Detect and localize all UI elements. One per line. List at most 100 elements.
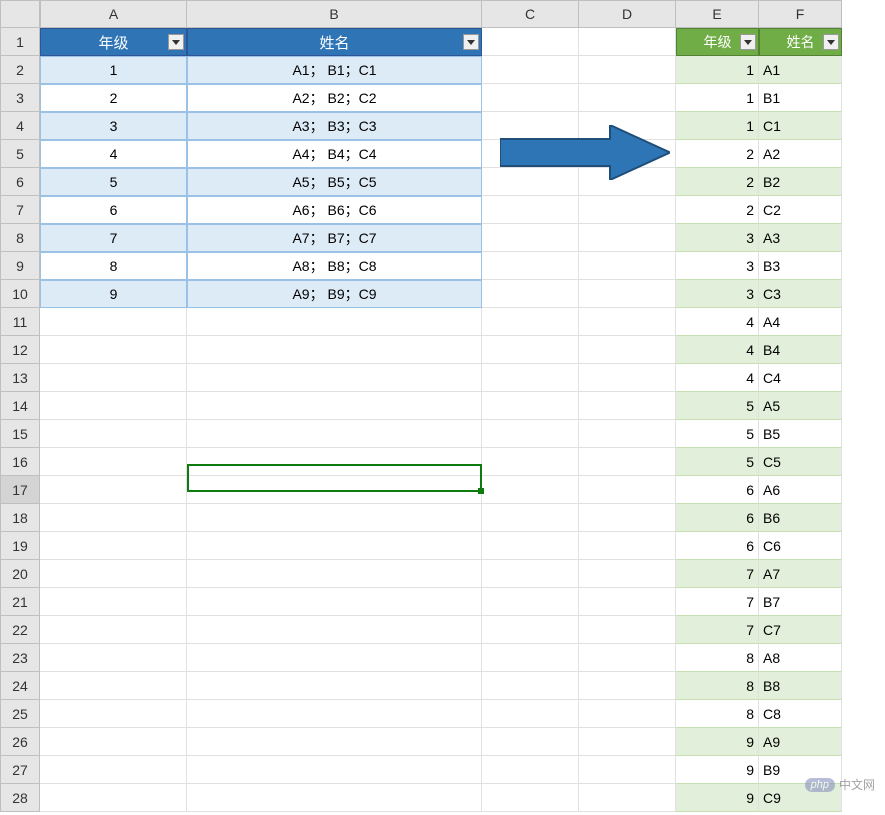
- table-cell[interactable]: 1: [676, 56, 759, 84]
- row-header-8[interactable]: 8: [0, 224, 40, 252]
- row-header-27[interactable]: 27: [0, 756, 40, 784]
- table-cell[interactable]: B6: [759, 504, 842, 532]
- filter-dropdown-icon[interactable]: [740, 34, 756, 50]
- table-cell[interactable]: B3: [759, 252, 842, 280]
- empty-cell[interactable]: [482, 196, 579, 224]
- empty-cell[interactable]: [482, 420, 579, 448]
- row-header-15[interactable]: 15: [0, 420, 40, 448]
- empty-cell[interactable]: [579, 252, 676, 280]
- row-header-19[interactable]: 19: [0, 532, 40, 560]
- empty-cell[interactable]: [187, 700, 482, 728]
- table-cell[interactable]: 5: [676, 448, 759, 476]
- empty-cell[interactable]: [579, 448, 676, 476]
- row-header-13[interactable]: 13: [0, 364, 40, 392]
- empty-cell[interactable]: [40, 420, 187, 448]
- table-cell[interactable]: 3: [676, 252, 759, 280]
- empty-cell[interactable]: [579, 28, 676, 56]
- table-cell[interactable]: B8: [759, 672, 842, 700]
- table-cell[interactable]: C4: [759, 364, 842, 392]
- table-cell[interactable]: 1: [40, 56, 187, 84]
- table-cell[interactable]: 2: [40, 84, 187, 112]
- table-cell[interactable]: 9: [40, 280, 187, 308]
- empty-cell[interactable]: [579, 672, 676, 700]
- table-cell[interactable]: B5: [759, 420, 842, 448]
- row-header-23[interactable]: 23: [0, 644, 40, 672]
- table-cell[interactable]: 9: [676, 728, 759, 756]
- empty-cell[interactable]: [187, 504, 482, 532]
- empty-cell[interactable]: [187, 420, 482, 448]
- empty-cell[interactable]: [579, 784, 676, 812]
- empty-cell[interactable]: [482, 84, 579, 112]
- row-header-12[interactable]: 12: [0, 336, 40, 364]
- empty-cell[interactable]: [482, 784, 579, 812]
- empty-cell[interactable]: [579, 700, 676, 728]
- table-cell[interactable]: A9； B9；C9: [187, 280, 482, 308]
- empty-cell[interactable]: [40, 532, 187, 560]
- empty-cell[interactable]: [187, 784, 482, 812]
- select-all-corner[interactable]: [0, 0, 40, 28]
- table-cell[interactable]: 8: [676, 672, 759, 700]
- column-header-A[interactable]: A: [40, 0, 187, 28]
- table-cell[interactable]: 9: [676, 784, 759, 812]
- empty-cell[interactable]: [579, 532, 676, 560]
- table-cell[interactable]: 6: [676, 504, 759, 532]
- empty-cell[interactable]: [482, 672, 579, 700]
- empty-cell[interactable]: [579, 224, 676, 252]
- empty-cell[interactable]: [187, 364, 482, 392]
- table-cell[interactable]: 2: [676, 140, 759, 168]
- row-header-7[interactable]: 7: [0, 196, 40, 224]
- empty-cell[interactable]: [40, 308, 187, 336]
- column-header-F[interactable]: F: [759, 0, 842, 28]
- empty-cell[interactable]: [482, 644, 579, 672]
- row-header-20[interactable]: 20: [0, 560, 40, 588]
- table-cell[interactable]: 5: [676, 392, 759, 420]
- empty-cell[interactable]: [579, 84, 676, 112]
- table-cell[interactable]: A6； B6；C6: [187, 196, 482, 224]
- table-cell[interactable]: A3: [759, 224, 842, 252]
- table-cell[interactable]: A4: [759, 308, 842, 336]
- empty-cell[interactable]: [40, 700, 187, 728]
- empty-cell[interactable]: [187, 616, 482, 644]
- empty-cell[interactable]: [187, 532, 482, 560]
- empty-cell[interactable]: [482, 280, 579, 308]
- table-cell[interactable]: A9: [759, 728, 842, 756]
- empty-cell[interactable]: [482, 504, 579, 532]
- empty-cell[interactable]: [482, 56, 579, 84]
- row-header-28[interactable]: 28: [0, 784, 40, 812]
- empty-cell[interactable]: [482, 756, 579, 784]
- filter-dropdown-icon[interactable]: [168, 34, 184, 50]
- table-cell[interactable]: 5: [40, 168, 187, 196]
- table-cell[interactable]: A6: [759, 476, 842, 504]
- row-header-21[interactable]: 21: [0, 588, 40, 616]
- row-header-3[interactable]: 3: [0, 84, 40, 112]
- table-header-cell[interactable]: 姓名: [187, 28, 482, 56]
- row-header-25[interactable]: 25: [0, 700, 40, 728]
- empty-cell[interactable]: [482, 728, 579, 756]
- table-cell[interactable]: 3: [676, 224, 759, 252]
- empty-cell[interactable]: [482, 364, 579, 392]
- empty-cell[interactable]: [579, 588, 676, 616]
- row-header-24[interactable]: 24: [0, 672, 40, 700]
- row-header-4[interactable]: 4: [0, 112, 40, 140]
- table-cell[interactable]: C8: [759, 700, 842, 728]
- empty-cell[interactable]: [579, 504, 676, 532]
- empty-cell[interactable]: [40, 616, 187, 644]
- empty-cell[interactable]: [482, 700, 579, 728]
- table-cell[interactable]: A5: [759, 392, 842, 420]
- row-header-18[interactable]: 18: [0, 504, 40, 532]
- empty-cell[interactable]: [187, 588, 482, 616]
- table-cell[interactable]: C3: [759, 280, 842, 308]
- empty-cell[interactable]: [579, 196, 676, 224]
- table-cell[interactable]: A8: [759, 644, 842, 672]
- empty-cell[interactable]: [40, 476, 187, 504]
- column-header-E[interactable]: E: [676, 0, 759, 28]
- table-cell[interactable]: 2: [676, 168, 759, 196]
- empty-cell[interactable]: [40, 672, 187, 700]
- table-cell[interactable]: 6: [40, 196, 187, 224]
- table-cell[interactable]: 7: [676, 616, 759, 644]
- empty-cell[interactable]: [40, 560, 187, 588]
- table-header-cell[interactable]: 姓名: [759, 28, 842, 56]
- empty-cell[interactable]: [40, 448, 187, 476]
- table-cell[interactable]: 8: [40, 252, 187, 280]
- empty-cell[interactable]: [40, 364, 187, 392]
